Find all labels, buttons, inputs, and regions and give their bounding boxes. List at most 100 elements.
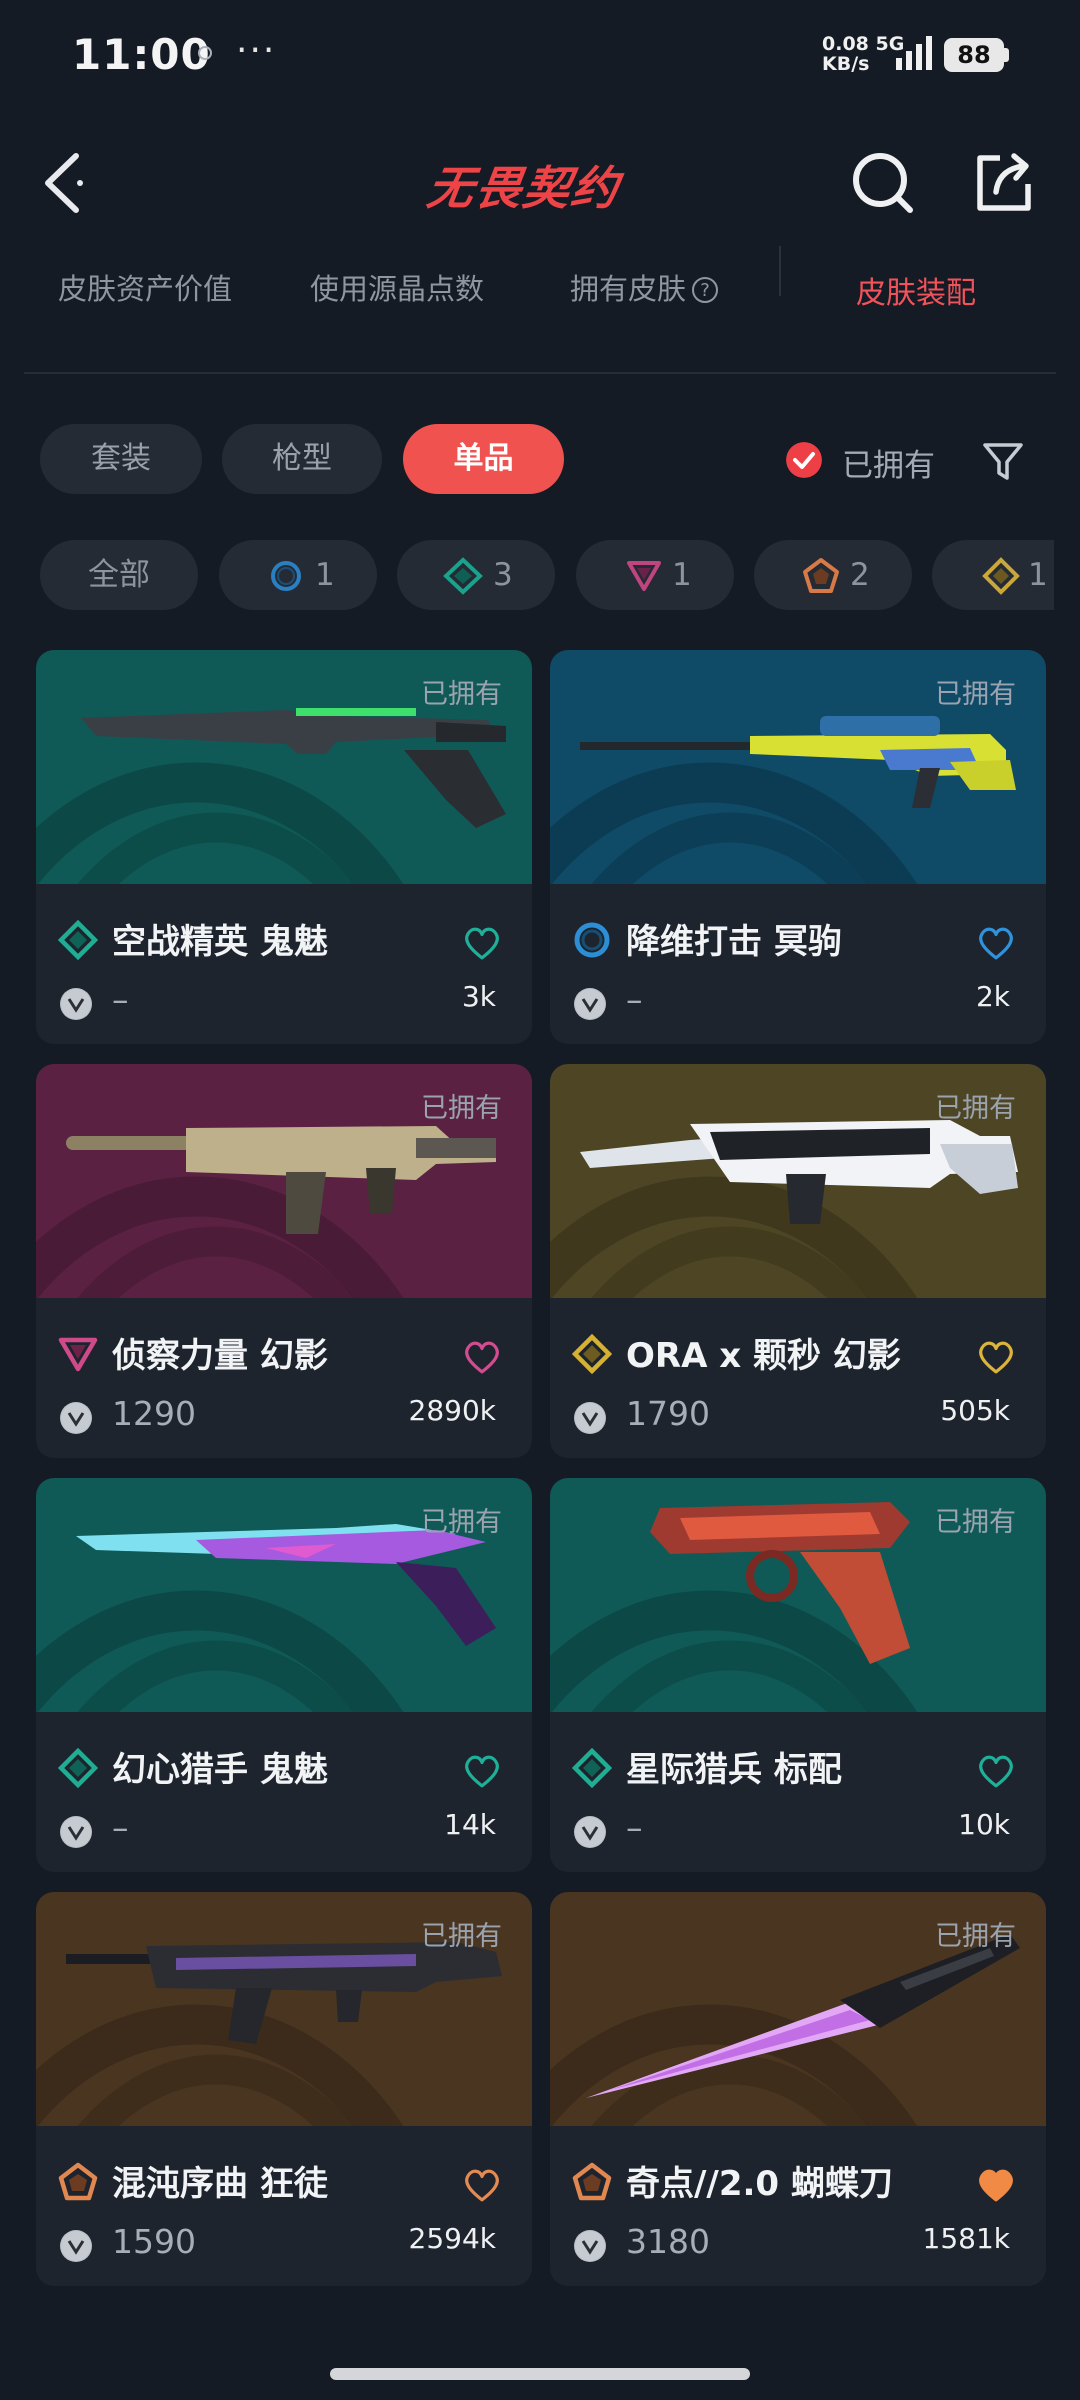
- tier-icon-wrap: [571, 1747, 613, 1792]
- owned-badge: 已拥有: [421, 1921, 502, 1952]
- owned-badge: 已拥有: [421, 1507, 502, 1538]
- category-weapon-type[interactable]: 枪型: [222, 424, 382, 494]
- skin-card[interactable]: 已拥有 混沌序曲 狂徒 1590 2594k: [36, 1892, 532, 2286]
- skin-name: 侦察力量 幻影: [112, 1336, 328, 1376]
- skin-card[interactable]: 已拥有 奇点//2.0 蝴蝶刀 3180 1581k: [550, 1892, 1046, 2286]
- skin-name: 奇点//2.0 蝴蝶刀: [626, 2164, 893, 2204]
- rarity-ultra[interactable]: 1: [932, 540, 1054, 610]
- tier-icon-wrap: [58, 2162, 98, 2206]
- deluxe-tier-icon: [443, 557, 483, 595]
- category-single-item[interactable]: 单品: [403, 424, 564, 494]
- skin-name: 星际猎兵 标配: [626, 1750, 842, 1790]
- select-tier-icon: [271, 561, 301, 591]
- rarity-all[interactable]: 全部: [40, 540, 198, 610]
- skin-card[interactable]: 已拥有 星际猎兵 标配 – 10k: [550, 1478, 1046, 1872]
- owned-checkbox-icon[interactable]: [786, 442, 822, 478]
- like-count: 2890k: [408, 1394, 496, 1427]
- tier-icon-wrap: [57, 919, 99, 964]
- like-heart-icon[interactable]: [978, 2168, 1014, 2202]
- tab-skin-asset-value[interactable]: 皮肤资产价值: [58, 266, 232, 308]
- like-heart-icon[interactable]: [464, 926, 500, 960]
- like-count: 3k: [461, 980, 496, 1013]
- deluxe-tier-icon: [57, 1747, 99, 1789]
- deluxe-tier-icon: [571, 1747, 613, 1789]
- owned-badge: 已拥有: [935, 1093, 1016, 1124]
- like-count: 14k: [444, 1808, 496, 1841]
- like-heart-icon[interactable]: [464, 1340, 500, 1374]
- like-heart-icon[interactable]: [978, 1754, 1014, 1788]
- skin-card[interactable]: 已拥有 降维打击 冥驹 – 2k: [550, 650, 1046, 1044]
- rarity-exclusive[interactable]: 2: [754, 540, 912, 610]
- like-count: 2k: [975, 980, 1010, 1013]
- exclusive-tier-icon: [572, 2162, 612, 2201]
- tab-vp-used[interactable]: 使用源晶点数: [310, 266, 484, 308]
- premium-tier-icon: [627, 561, 661, 591]
- deluxe-tier-icon: [57, 919, 99, 961]
- search-icon[interactable]: [850, 150, 916, 216]
- vp-currency-icon: [574, 2230, 606, 2262]
- filter-icon[interactable]: [982, 440, 1024, 482]
- tier-icon-wrap: [58, 1334, 98, 1378]
- net-speed-unit: KB/s: [822, 53, 870, 75]
- skin-card[interactable]: 已拥有 侦察力量 幻影 1290 2890k: [36, 1064, 532, 1458]
- tier-icon-wrap: [572, 920, 612, 964]
- help-icon[interactable]: ?: [692, 277, 719, 303]
- rarity-select[interactable]: 1: [219, 540, 377, 610]
- rarity-exclusive-count: 2: [850, 557, 870, 593]
- back-arrow-icon[interactable]: [38, 148, 88, 218]
- rarity-premium[interactable]: 1: [576, 540, 734, 610]
- skin-card[interactable]: 已拥有 幻心猎手 鬼魅 – 14k: [36, 1478, 532, 1872]
- like-heart-icon[interactable]: [978, 926, 1014, 960]
- share-icon[interactable]: [974, 150, 1034, 214]
- tab-skin-loadout[interactable]: 皮肤装配: [856, 268, 976, 312]
- like-heart-icon[interactable]: [464, 2168, 500, 2202]
- net-speed-value: 0.08: [822, 33, 869, 55]
- vp-currency-icon: [60, 988, 92, 1020]
- exclusive-tier-icon: [803, 558, 839, 593]
- skin-name: 幻心猎手 鬼魅: [112, 1750, 328, 1790]
- status-notification-icon: [198, 46, 212, 60]
- rarity-ultra-count: 1: [1028, 557, 1048, 593]
- status-more-icon: ···: [236, 30, 277, 71]
- like-count: 1581k: [922, 2222, 1010, 2255]
- status-time: 11:00: [72, 30, 211, 79]
- skin-price: 3180: [626, 2222, 710, 2261]
- category-bundle[interactable]: 套装: [40, 424, 202, 494]
- vp-currency-icon: [574, 988, 606, 1020]
- vp-currency-icon: [60, 1402, 92, 1434]
- tier-icon-wrap: [572, 2162, 612, 2206]
- skin-price: –: [112, 1808, 129, 1847]
- skin-price: 1590: [112, 2222, 196, 2261]
- owned-badge: 已拥有: [421, 679, 502, 710]
- skin-card[interactable]: 已拥有 ORA x 颗秒 幻影 1790 505k: [550, 1064, 1046, 1458]
- tier-icon-wrap: [57, 1747, 99, 1792]
- vp-currency-icon: [574, 1402, 606, 1434]
- section-divider: [24, 372, 1056, 374]
- rarity-premium-count: 1: [672, 557, 692, 593]
- like-heart-icon[interactable]: [978, 1340, 1014, 1374]
- like-count: 2594k: [408, 2222, 496, 2255]
- owned-badge: 已拥有: [421, 1093, 502, 1124]
- skin-price: –: [626, 980, 643, 1019]
- like-heart-icon[interactable]: [464, 1754, 500, 1788]
- app-title: 无畏契约: [423, 161, 624, 215]
- home-indicator[interactable]: [330, 2368, 750, 2380]
- skin-name: 混沌序曲 狂徒: [112, 2164, 328, 2204]
- skin-card[interactable]: 已拥有 空战精英 鬼魅 – 3k: [36, 650, 532, 1044]
- skin-price: –: [626, 1808, 643, 1847]
- vp-currency-icon: [60, 2230, 92, 2262]
- premium-tier-icon: [58, 1337, 98, 1372]
- vp-currency-icon: [60, 1816, 92, 1848]
- skin-name: 降维打击 冥驹: [626, 922, 842, 962]
- skin-price: –: [112, 980, 129, 1019]
- tab-divider: [779, 246, 781, 296]
- owned-badge: 已拥有: [935, 1921, 1016, 1952]
- tab-owned-skins[interactable]: 拥有皮肤?: [570, 266, 719, 308]
- owned-filter-label[interactable]: 已拥有: [842, 440, 935, 485]
- rarity-deluxe[interactable]: 3: [397, 540, 555, 610]
- rarity-select-count: 1: [315, 557, 335, 593]
- tab-owned-skins-label: 拥有皮肤: [570, 272, 687, 306]
- owned-badge: 已拥有: [935, 1507, 1016, 1538]
- network-speed: 0.08 5G KB/s: [822, 34, 904, 74]
- exclusive-tier-icon: [58, 2162, 98, 2201]
